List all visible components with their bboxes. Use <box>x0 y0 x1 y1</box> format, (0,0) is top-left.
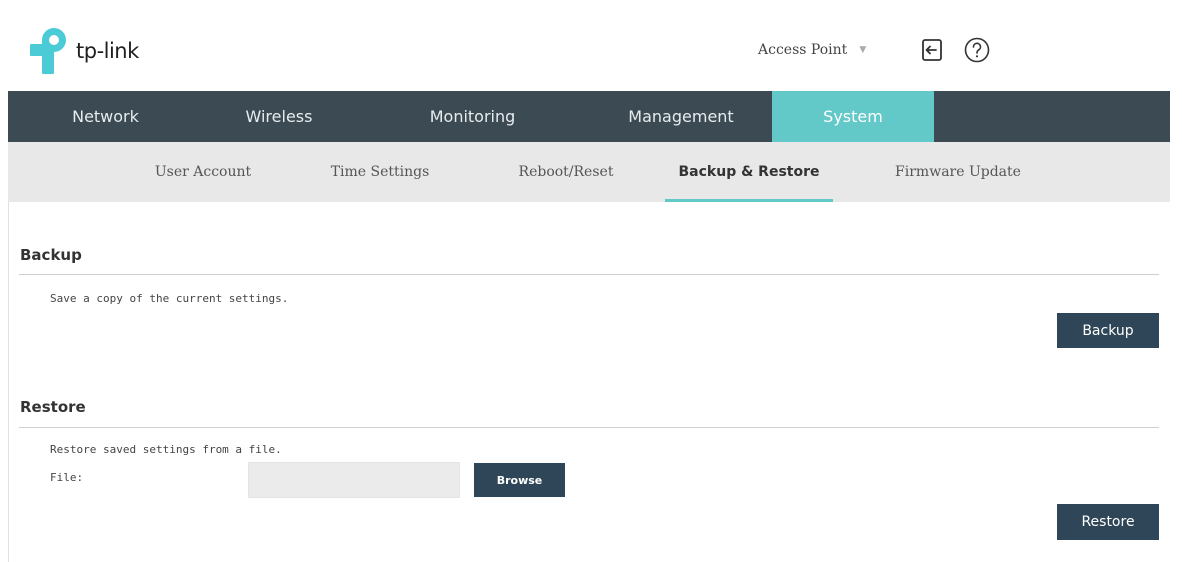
help-icon[interactable] <box>963 36 991 64</box>
active-subtab-indicator <box>665 199 833 202</box>
logo-text: tp-link <box>76 39 139 63</box>
tab-system[interactable]: System <box>772 91 934 142</box>
subtab-time-settings[interactable]: Time Settings <box>305 142 455 202</box>
logout-icon[interactable] <box>920 38 944 62</box>
subtab-backup-restore[interactable]: Backup & Restore <box>665 142 833 202</box>
tab-network[interactable]: Network <box>8 91 203 142</box>
subtab-user-account[interactable]: User Account <box>128 142 278 202</box>
tab-wireless[interactable]: Wireless <box>203 91 355 142</box>
tab-management[interactable]: Management <box>590 91 772 142</box>
header: tp-link Access Point ▼ <box>8 6 1170 91</box>
tab-monitoring[interactable]: Monitoring <box>355 91 590 142</box>
backup-divider <box>19 274 1159 275</box>
main-nav: Network Wireless Monitoring Management S… <box>8 91 1170 142</box>
subtab-reboot-reset[interactable]: Reboot/Reset <box>491 142 641 202</box>
file-path-input[interactable] <box>248 462 460 498</box>
browse-button[interactable]: Browse <box>474 463 565 497</box>
file-label: File: <box>50 471 84 484</box>
backup-section-title: Backup <box>20 246 82 264</box>
restore-section-title: Restore <box>20 398 86 416</box>
logo[interactable]: tp-link <box>30 26 139 76</box>
backup-description: Save a copy of the current settings. <box>50 292 289 305</box>
restore-button[interactable]: Restore <box>1057 504 1159 540</box>
tp-link-logo-icon <box>30 28 66 74</box>
subtab-firmware-update[interactable]: Firmware Update <box>874 142 1042 202</box>
mode-label: Access Point <box>758 42 848 58</box>
restore-description: Restore saved settings from a file. <box>50 443 282 456</box>
backup-button[interactable]: Backup <box>1057 313 1159 348</box>
mode-dropdown[interactable]: Access Point ▼ <box>758 42 866 58</box>
chevron-down-icon: ▼ <box>859 45 867 55</box>
sub-nav: User Account Time Settings Reboot/Reset … <box>8 142 1170 202</box>
restore-divider <box>19 427 1159 428</box>
